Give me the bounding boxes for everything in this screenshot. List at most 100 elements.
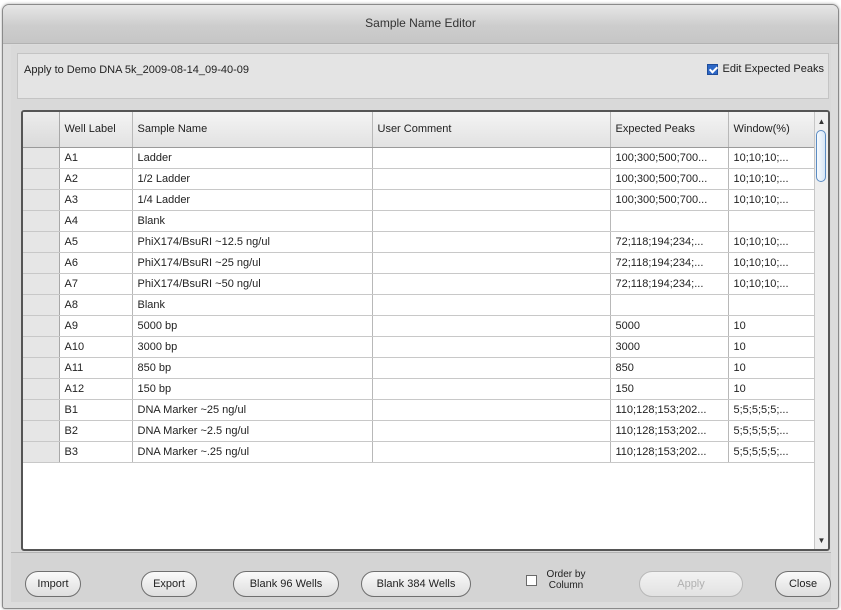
well-label-cell[interactable]: A1 [59, 147, 133, 169]
row-header[interactable] [23, 168, 60, 190]
table-row[interactable]: B1 DNA Marker ~25 ng/ul 110;128;153;202...… [23, 399, 816, 421]
row-header[interactable] [23, 294, 60, 316]
edit-expected-peaks-checkbox[interactable] [707, 63, 719, 75]
row-header[interactable] [23, 231, 60, 253]
user-comment-cell[interactable] [372, 357, 611, 379]
well-label-cell[interactable]: A2 [59, 168, 133, 190]
user-comment-cell[interactable] [372, 189, 611, 211]
sample-name-cell[interactable]: 850 bp [132, 357, 373, 379]
window-percent-cell[interactable]: 10 [728, 315, 816, 337]
well-label-cell[interactable]: A10 [59, 336, 133, 358]
well-label-cell[interactable]: B1 [59, 399, 133, 421]
scroll-up-arrow-icon[interactable]: ▲ [815, 114, 828, 128]
expected-peaks-cell[interactable] [610, 294, 729, 316]
table-row[interactable]: A1 Ladder 100;300;500;700... 10;10;10;... [23, 147, 816, 169]
well-label-cell[interactable]: A6 [59, 252, 133, 274]
sample-name-cell[interactable]: DNA Marker ~.25 ng/ul [132, 441, 373, 463]
row-header[interactable] [23, 399, 60, 421]
row-header[interactable] [23, 315, 60, 337]
blank-384-wells-button[interactable]: Blank 384 Wells [361, 571, 471, 597]
window-percent-cell[interactable]: 10;10;10;... [728, 189, 816, 211]
expected-peaks-cell[interactable]: 100;300;500;700... [610, 147, 729, 169]
window-percent-cell[interactable]: 10 [728, 336, 816, 358]
well-label-cell[interactable]: B2 [59, 420, 133, 442]
table-row[interactable]: A4 Blank [23, 210, 816, 232]
row-header[interactable] [23, 273, 60, 295]
well-label-cell[interactable]: A7 [59, 273, 133, 295]
expected-peaks-cell[interactable]: 110;128;153;202... [610, 399, 729, 421]
window-percent-cell[interactable]: 5;5;5;5;5;... [728, 420, 816, 442]
col-header-user-comment[interactable]: User Comment [372, 112, 611, 148]
user-comment-cell[interactable] [372, 378, 611, 400]
sample-name-cell[interactable]: PhiX174/BsuRI ~25 ng/ul [132, 252, 373, 274]
table-row[interactable]: A5 PhiX174/BsuRI ~12.5 ng/ul 72;118;194;23… [23, 231, 816, 253]
col-header-sample-name[interactable]: Sample Name [132, 112, 373, 148]
row-header[interactable] [23, 420, 60, 442]
user-comment-cell[interactable] [372, 252, 611, 274]
order-by-column-toggle[interactable]: Order by Column [526, 569, 590, 591]
table-row[interactable]: A3 1/4 Ladder 100;300;500;700... 10;10;10;.… [23, 189, 816, 211]
well-label-cell[interactable]: A5 [59, 231, 133, 253]
user-comment-cell[interactable] [372, 231, 611, 253]
close-button[interactable]: Close [775, 571, 831, 597]
expected-peaks-cell[interactable]: 110;128;153;202... [610, 420, 729, 442]
expected-peaks-cell[interactable]: 100;300;500;700... [610, 168, 729, 190]
window-percent-cell[interactable]: 10;10;10;... [728, 252, 816, 274]
window-percent-cell[interactable]: 10;10;10;... [728, 231, 816, 253]
table-row[interactable]: A7 PhiX174/BsuRI ~50 ng/ul 72;118;194;234;… [23, 273, 816, 295]
expected-peaks-cell[interactable]: 850 [610, 357, 729, 379]
user-comment-cell[interactable] [372, 420, 611, 442]
table-row[interactable]: A8 Blank [23, 294, 816, 316]
expected-peaks-cell[interactable]: 72;118;194;234;... [610, 273, 729, 295]
well-label-cell[interactable]: B3 [59, 441, 133, 463]
sample-name-cell[interactable]: DNA Marker ~25 ng/ul [132, 399, 373, 421]
well-label-cell[interactable]: A8 [59, 294, 133, 316]
col-header-expected-peaks[interactable]: Expected Peaks [610, 112, 729, 148]
user-comment-cell[interactable] [372, 315, 611, 337]
scrollbar-thumb[interactable] [816, 130, 826, 182]
sample-name-cell[interactable]: 1/2 Ladder [132, 168, 373, 190]
expected-peaks-cell[interactable] [610, 210, 729, 232]
well-label-cell[interactable]: A12 [59, 378, 133, 400]
table-row[interactable]: A12 150 bp 150 10 [23, 378, 816, 400]
user-comment-cell[interactable] [372, 294, 611, 316]
sample-name-cell[interactable]: Blank [132, 210, 373, 232]
sample-name-cell[interactable]: 150 bp [132, 378, 373, 400]
window-percent-cell[interactable]: 10 [728, 357, 816, 379]
title-bar[interactable]: Sample Name Editor [3, 5, 838, 44]
row-header[interactable] [23, 189, 60, 211]
table-row[interactable]: A11 850 bp 850 10 [23, 357, 816, 379]
row-header[interactable] [23, 357, 60, 379]
expected-peaks-cell[interactable]: 110;128;153;202... [610, 441, 729, 463]
row-header[interactable] [23, 210, 60, 232]
window-percent-cell[interactable] [728, 294, 816, 316]
user-comment-cell[interactable] [372, 336, 611, 358]
window-percent-cell[interactable]: 5;5;5;5;5;... [728, 399, 816, 421]
user-comment-cell[interactable] [372, 273, 611, 295]
expected-peaks-cell[interactable]: 3000 [610, 336, 729, 358]
window-percent-cell[interactable] [728, 210, 816, 232]
order-by-column-checkbox[interactable] [526, 574, 537, 586]
table-row[interactable]: A2 1/2 Ladder 100;300;500;700... 10;10;10;.… [23, 168, 816, 190]
table-row[interactable]: B2 DNA Marker ~2.5 ng/ul 110;128;153;202..… [23, 420, 816, 442]
user-comment-cell[interactable] [372, 399, 611, 421]
row-header-corner[interactable] [23, 112, 60, 148]
window-percent-cell[interactable]: 10 [728, 378, 816, 400]
well-label-cell[interactable]: A9 [59, 315, 133, 337]
sample-name-cell[interactable]: Blank [132, 294, 373, 316]
expected-peaks-cell[interactable]: 5000 [610, 315, 729, 337]
col-header-window-percent[interactable]: Window(%) [728, 112, 816, 148]
sample-name-cell[interactable]: 5000 bp [132, 315, 373, 337]
row-header[interactable] [23, 378, 60, 400]
import-button[interactable]: Import [25, 571, 81, 597]
window-percent-cell[interactable]: 10;10;10;... [728, 168, 816, 190]
table-row[interactable]: A9 5000 bp 5000 10 [23, 315, 816, 337]
export-button[interactable]: Export [141, 571, 197, 597]
sample-name-cell[interactable]: PhiX174/BsuRI ~12.5 ng/ul [132, 231, 373, 253]
table-row[interactable]: B3 DNA Marker ~.25 ng/ul 110;128;153;202..… [23, 441, 816, 463]
sample-name-cell[interactable]: 3000 bp [132, 336, 373, 358]
vertical-scrollbar[interactable]: ▲ ▼ [814, 112, 828, 549]
user-comment-cell[interactable] [372, 441, 611, 463]
row-header[interactable] [23, 147, 60, 169]
edit-expected-peaks-toggle[interactable]: Edit Expected Peaks [707, 63, 824, 75]
